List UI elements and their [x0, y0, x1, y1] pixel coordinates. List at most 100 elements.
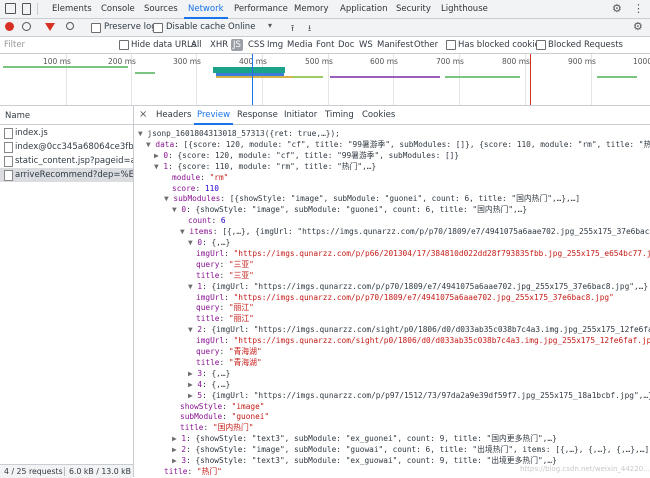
- json-value: :: [219, 270, 229, 280]
- tab-network[interactable]: Network: [184, 0, 227, 19]
- expanded-triangle-icon[interactable]: ▼: [188, 282, 197, 291]
- filter-icon[interactable]: [45, 23, 55, 31]
- expanded-triangle-icon[interactable]: ▼: [188, 325, 197, 334]
- json-key: query: [196, 259, 220, 269]
- disable-cache-checkbox[interactable]: [153, 23, 163, 33]
- hide-data-urls-checkbox[interactable]: [119, 40, 129, 50]
- filter-type-all[interactable]: All: [191, 37, 202, 53]
- collapsed-triangle-icon[interactable]: ▶: [188, 391, 197, 400]
- expanded-triangle-icon[interactable]: ▼: [154, 162, 163, 171]
- throttling-select[interactable]: Online: [228, 19, 255, 36]
- tab-cookies[interactable]: Cookies: [362, 106, 395, 124]
- tree-node[interactable]: ▼ 1: {score: 110, module: "rm", title: "…: [154, 161, 376, 172]
- tab-application[interactable]: Application: [340, 0, 388, 18]
- expanded-triangle-icon[interactable]: ▼: [146, 140, 155, 149]
- tab-elements[interactable]: Elements: [52, 0, 92, 18]
- blocked-requests-checkbox[interactable]: [536, 40, 546, 50]
- tree-node[interactable]: ▼ items: [{,…}, {imgUrl: "https://imgs.q…: [180, 226, 650, 237]
- tree-node[interactable]: ▶ 4: {,…}: [188, 379, 230, 390]
- tab-security[interactable]: Security: [396, 0, 431, 18]
- tree-node[interactable]: ▼ data: [{score: 120, module: "cf", titl…: [146, 139, 650, 150]
- tree-node[interactable]: ▼ 0: {showStyle: "image", subModule: "gu…: [172, 204, 527, 215]
- request-row[interactable]: static_content.jsp?pageid=ap...: [0, 154, 133, 168]
- filter-input[interactable]: Filter: [4, 37, 104, 53]
- disable-cache-label: Disable cache: [166, 22, 226, 32]
- tab-response[interactable]: Response: [237, 106, 278, 124]
- json-value: :: [219, 303, 229, 313]
- filter-type-doc[interactable]: Doc: [338, 37, 354, 53]
- json-value: :: [200, 172, 210, 182]
- request-row[interactable]: index.js: [0, 126, 133, 140]
- filter-type-img[interactable]: Img: [267, 37, 283, 53]
- tree-node[interactable]: ▶ 0: {score: 120, module: "cf", title: "…: [154, 150, 459, 161]
- tree-node[interactable]: ▼ 0: {,…}: [188, 237, 230, 248]
- tab-timing[interactable]: Timing: [325, 106, 354, 124]
- tab-performance[interactable]: Performance: [234, 0, 288, 18]
- tree-node[interactable]: ▼ 1: {imgUrl: "https://imgs.qunarzz.com/…: [188, 281, 648, 292]
- json-key: items: [189, 227, 213, 237]
- import-har-icon[interactable]: ⭱: [291, 21, 294, 37]
- tree-node[interactable]: ▼ 2: {imgUrl: "https://imgs.qunarzz.com/…: [188, 324, 650, 335]
- filter-type-xhr[interactable]: XHR: [210, 37, 228, 53]
- filter-bar: Filter Hide data URLs All XHR JS CSS Img…: [0, 37, 650, 54]
- collapsed-triangle-icon[interactable]: ▶: [172, 434, 181, 443]
- timeline-overview[interactable]: 100 ms 200 ms 300 ms 400 ms 500 ms 600 m…: [0, 54, 650, 106]
- filter-type-ws[interactable]: WS: [359, 37, 373, 53]
- request-list: Name index.js index@0cc345a68064ce3fb77.…: [0, 106, 134, 477]
- filter-type-font[interactable]: Font: [316, 37, 335, 53]
- tab-console[interactable]: Console: [101, 0, 135, 18]
- tree-node[interactable]: ▼ jsonp_1601804313018_57313({ret: true,……: [138, 128, 340, 139]
- tree-node[interactable]: ▶ 5: {imgUrl: "https://imgs.qunarzz.com/…: [188, 390, 650, 401]
- json-value: "guonei": [231, 412, 270, 422]
- collapsed-triangle-icon[interactable]: ▶: [188, 380, 197, 389]
- tree-node[interactable]: ▶ 3: {showStyle: "text3", subModule: "ex…: [172, 455, 557, 466]
- filter-type-media[interactable]: Media: [287, 37, 313, 53]
- tab-preview[interactable]: Preview: [193, 106, 234, 125]
- network-toolbar: Preserve log Disable cache Online ▾ ⭱ ⭳ …: [0, 19, 650, 37]
- request-row-selected[interactable]: arriveRecommend?dep=%E5...: [0, 168, 133, 182]
- collapsed-triangle-icon[interactable]: ▶: [172, 456, 181, 465]
- tab-memory[interactable]: Memory: [294, 0, 329, 18]
- collapsed-triangle-icon[interactable]: ▶: [154, 151, 163, 160]
- more-options-icon[interactable]: ⋮: [633, 2, 644, 15]
- filter-type-css[interactable]: CSS: [248, 37, 265, 53]
- request-list-header[interactable]: Name: [0, 109, 138, 123]
- expanded-triangle-icon[interactable]: ▼: [188, 238, 197, 247]
- tab-headers[interactable]: Headers: [156, 106, 191, 124]
- expanded-triangle-icon[interactable]: ▼: [138, 129, 147, 138]
- settings-gear-icon[interactable]: ⚙: [612, 2, 622, 15]
- json-value: jsonp_1601804313018_57313({ret: true,…})…: [147, 129, 340, 138]
- inspect-element-icon[interactable]: [5, 3, 16, 14]
- record-icon[interactable]: [5, 22, 14, 31]
- collapsed-triangle-icon[interactable]: ▶: [188, 369, 197, 378]
- divider: [0, 124, 133, 125]
- load-marker: [530, 54, 531, 105]
- expanded-triangle-icon[interactable]: ▼: [164, 194, 173, 203]
- filter-type-manifest[interactable]: Manifest: [377, 37, 413, 53]
- tree-node[interactable]: ▼ subModules: [{showStyle: "image", subM…: [164, 193, 580, 204]
- search-icon[interactable]: [66, 22, 74, 30]
- request-row[interactable]: index@0cc345a68064ce3fb77...: [0, 140, 133, 154]
- filter-type-other[interactable]: Other: [414, 37, 438, 53]
- close-icon[interactable]: ×: [139, 109, 147, 120]
- expanded-triangle-icon[interactable]: ▼: [180, 227, 189, 236]
- tab-initiator[interactable]: Initiator: [284, 106, 317, 124]
- expanded-triangle-icon[interactable]: ▼: [172, 205, 181, 214]
- device-toolbar-icon[interactable]: [22, 3, 31, 15]
- has-blocked-cookies-label: Has blocked cookies: [458, 40, 545, 50]
- request-name: static_content.jsp?pageid=ap...: [15, 156, 133, 166]
- clear-icon[interactable]: [22, 22, 31, 31]
- tree-node[interactable]: ▶ 2: {showStyle: "image", subModule: "gu…: [172, 444, 650, 455]
- json-preview-tree[interactable]: ▼ jsonp_1601804313018_57313({ret: true,……: [134, 125, 650, 477]
- json-value: "丽江": [228, 303, 254, 313]
- tree-node[interactable]: ▶ 1: {showStyle: "text3", subModule: "ex…: [172, 433, 557, 444]
- network-settings-icon[interactable]: ⚙: [633, 20, 643, 33]
- filter-type-js[interactable]: JS: [231, 39, 243, 51]
- export-har-icon[interactable]: ⭳: [308, 21, 311, 37]
- preserve-log-checkbox[interactable]: [91, 23, 101, 33]
- tab-sources[interactable]: Sources: [144, 0, 178, 18]
- has-blocked-cookies-checkbox[interactable]: [446, 40, 456, 50]
- collapsed-triangle-icon[interactable]: ▶: [172, 445, 181, 454]
- tree-node[interactable]: ▶ 3: {,…}: [188, 368, 230, 379]
- tab-lighthouse[interactable]: Lighthouse: [441, 0, 488, 18]
